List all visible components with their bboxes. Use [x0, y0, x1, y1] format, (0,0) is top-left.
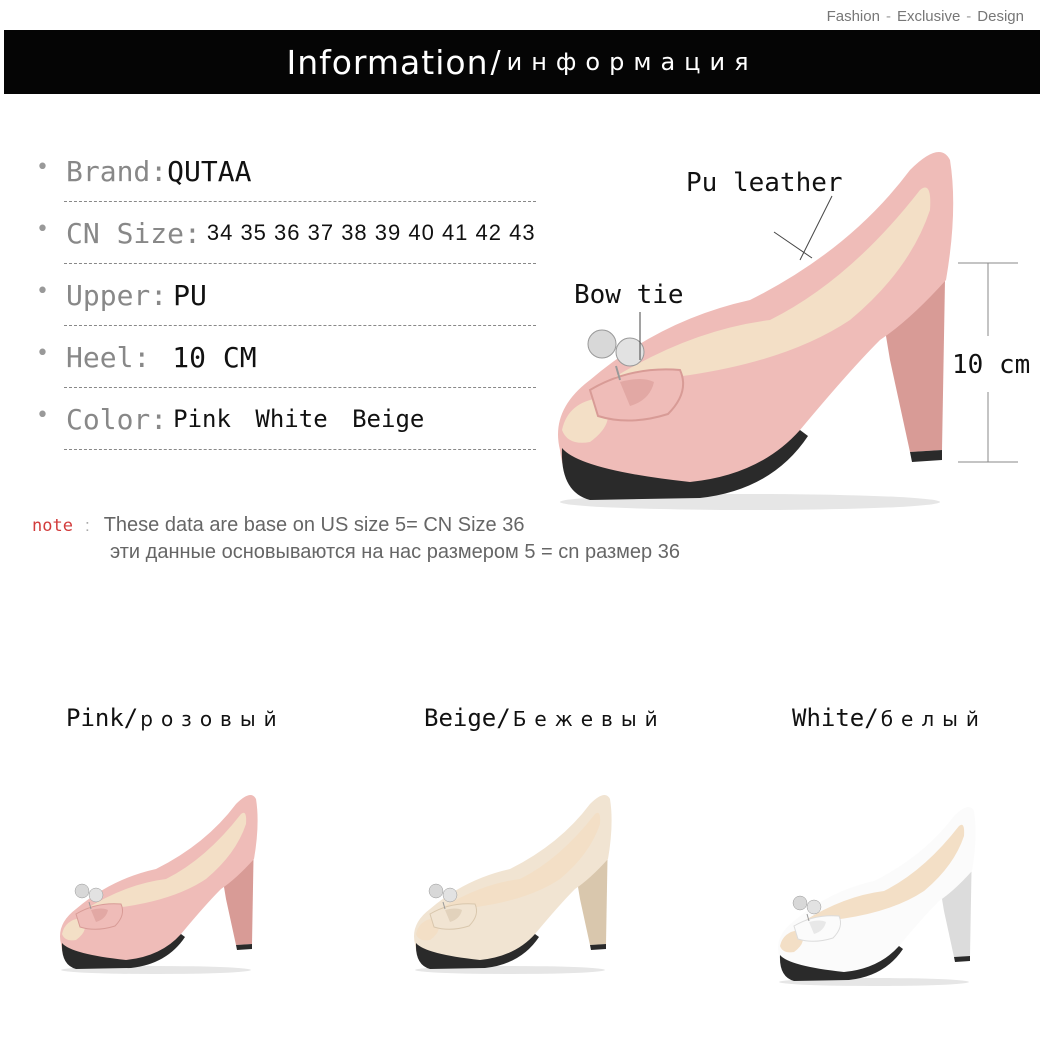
variant-name-ru: белый — [880, 707, 987, 731]
banner-separator: / — [490, 44, 501, 80]
rhinestone-ball — [428, 883, 444, 899]
dashed-divider — [64, 449, 536, 450]
variant-title-white: White/белый — [792, 704, 987, 732]
variant-name-ru: Бежевый — [512, 707, 666, 731]
spec-heel: • Heel: 10 CM — [36, 326, 536, 388]
bullet-icon: • — [36, 403, 49, 428]
spec-value: Pink White Beige — [173, 405, 425, 433]
spec-list: • Brand: QUTAA • CN Size: 34 35 36 37 38… — [36, 140, 536, 450]
size-note: note: These data are base on US size 5= C… — [32, 514, 680, 563]
information-banner: Information / информация — [4, 30, 1040, 94]
tagline-exclusive: Exclusive — [896, 8, 961, 25]
tagline-fashion: Fashion — [826, 8, 880, 25]
variant-name-en: White — [792, 704, 865, 732]
spec-color: • Color: Pink White Beige — [36, 388, 536, 450]
tagline-separator: - — [966, 8, 972, 25]
rhinestone-ball — [587, 329, 617, 359]
tagline: Fashion - Exclusive - Design — [827, 8, 1024, 25]
shoe-heel-tip — [236, 944, 252, 950]
variant-shoe-beige — [414, 795, 612, 974]
variant-name-en: Pink — [66, 704, 124, 732]
spec-upper: • Upper: PU — [36, 264, 536, 326]
rhinestone-ball — [806, 899, 822, 915]
shoe-heel-tip — [910, 450, 942, 462]
spec-label: Brand: — [66, 154, 168, 188]
shoe-heel-tip — [590, 944, 606, 950]
spec-label: Heel: — [66, 340, 151, 374]
callout-bow: Bow tie — [574, 280, 684, 310]
variant-title-beige: Beige/Бежевый — [424, 704, 666, 732]
tagline-design: Design — [977, 8, 1024, 25]
variant-shoe-pink — [60, 795, 258, 974]
variant-name-en: Beige — [424, 704, 497, 732]
tagline-separator: - — [885, 8, 891, 25]
variant-separator: / — [496, 704, 511, 732]
rhinestone-ball — [88, 887, 104, 903]
rhinestone-ball — [442, 887, 458, 903]
spec-value: 10 CM — [172, 340, 257, 374]
note-colon: : — [84, 516, 90, 535]
callout-material: Pu leather — [686, 168, 843, 198]
variant-shoe-white — [778, 807, 976, 986]
spec-label: Upper: — [66, 278, 168, 312]
rhinestone-ball — [792, 895, 808, 911]
note-line-en: These data are base on US size 5= CN Siz… — [103, 514, 525, 536]
rhinestone-ball — [74, 883, 90, 899]
bullet-icon: • — [36, 279, 49, 304]
shoe-heel-tip — [954, 956, 970, 962]
variant-separator: / — [123, 704, 139, 732]
bullet-icon: • — [36, 217, 49, 242]
note-line-ru: эти данные основываются на нас размером … — [110, 541, 680, 563]
rhinestone-ball — [615, 337, 645, 367]
spec-brand: • Brand: QUTAA — [36, 140, 536, 202]
bullet-icon: • — [36, 341, 49, 366]
variant-name-ru: розовый — [140, 707, 285, 731]
spec-value: 34 35 36 37 38 39 40 41 42 43 — [206, 220, 536, 245]
variant-separator: / — [864, 704, 879, 732]
banner-title-en: Information — [286, 42, 489, 82]
note-label: note — [32, 516, 73, 536]
spec-size: • CN Size: 34 35 36 37 38 39 40 41 42 43 — [36, 202, 536, 264]
spec-label: Color: — [66, 402, 168, 436]
spec-value: QUTAA — [167, 154, 252, 188]
variant-title-pink: Pink/розовый — [66, 704, 285, 732]
banner-title-ru: информация — [506, 48, 758, 76]
spec-label: CN Size: — [66, 216, 201, 250]
callout-heel-height: 10 cm — [952, 350, 1031, 380]
bullet-icon: • — [36, 155, 49, 180]
spec-value: PU — [173, 278, 207, 312]
